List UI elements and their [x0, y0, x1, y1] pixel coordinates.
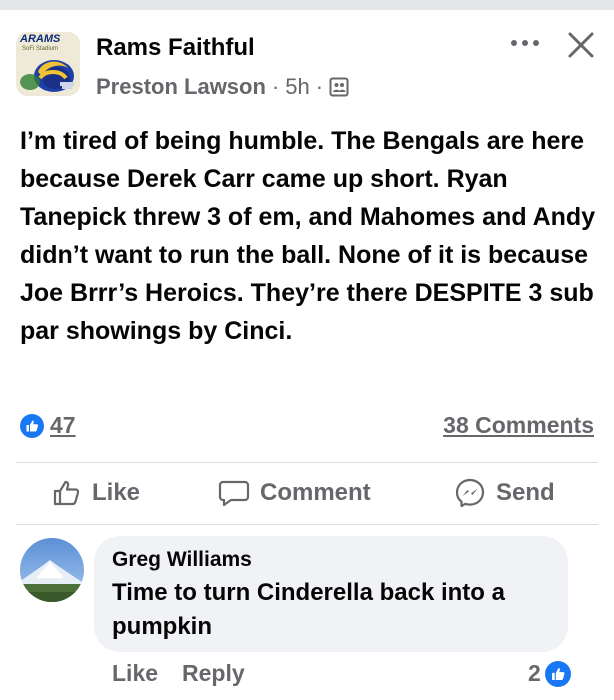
speech-bubble-icon [218, 480, 250, 507]
post-time[interactable]: 5h [285, 74, 309, 100]
like-label: Like [92, 479, 141, 506]
comment-reactions[interactable]: 2 [528, 660, 571, 687]
send-label: Send [496, 479, 555, 506]
comment-reply-button[interactable]: Reply [182, 660, 245, 687]
close-icon[interactable] [566, 30, 596, 60]
more-icon[interactable] [508, 30, 542, 56]
author-name[interactable]: Preston Lawson [96, 74, 266, 100]
rams-logo-icon: ARAMS SoFi Stadium [16, 32, 80, 96]
post-body: I’m tired of being humble. The Bengals a… [20, 127, 596, 345]
like-reaction-icon [544, 660, 571, 687]
meta-separator-2: · [315, 74, 324, 99]
comment-reaction-count: 2 [528, 660, 541, 686]
comment-actions: Like Reply [112, 660, 245, 687]
group-avatar[interactable]: ARAMS SoFi Stadium [16, 32, 80, 96]
svg-text:ARAMS: ARAMS [19, 33, 61, 45]
divider [16, 462, 598, 463]
members-icon [329, 77, 349, 97]
post-meta: Preston Lawson · 5h · [96, 74, 349, 100]
send-button[interactable]: Send [454, 472, 555, 514]
comment-text: Time to turn Cinderella back into a pump… [112, 579, 505, 640]
messenger-icon [455, 478, 485, 508]
svg-text:SoFi Stadium: SoFi Stadium [22, 46, 58, 52]
comment-button[interactable]: Comment [218, 472, 371, 514]
reactions-summary[interactable]: 47 [20, 412, 76, 439]
like-button[interactable]: Like [52, 472, 140, 514]
mountain-photo-icon [20, 538, 84, 602]
thumbs-up-icon [53, 480, 80, 506]
divider [16, 524, 598, 525]
meta-separator: · [271, 74, 280, 99]
like-reaction-icon [20, 413, 44, 438]
group-name[interactable]: Rams Faithful [96, 34, 255, 62]
commenter-name[interactable]: Greg Williams [112, 548, 550, 572]
comment-like-button[interactable]: Like [112, 660, 158, 687]
top-strip [0, 0, 614, 10]
reaction-count[interactable]: 47 [50, 412, 76, 439]
comment-bubble: Greg Williams Time to turn Cinderella ba… [94, 536, 568, 652]
comments-count-link[interactable]: 38 Comments [443, 412, 594, 439]
comment-label: Comment [260, 479, 371, 506]
commenter-avatar[interactable] [20, 538, 84, 602]
